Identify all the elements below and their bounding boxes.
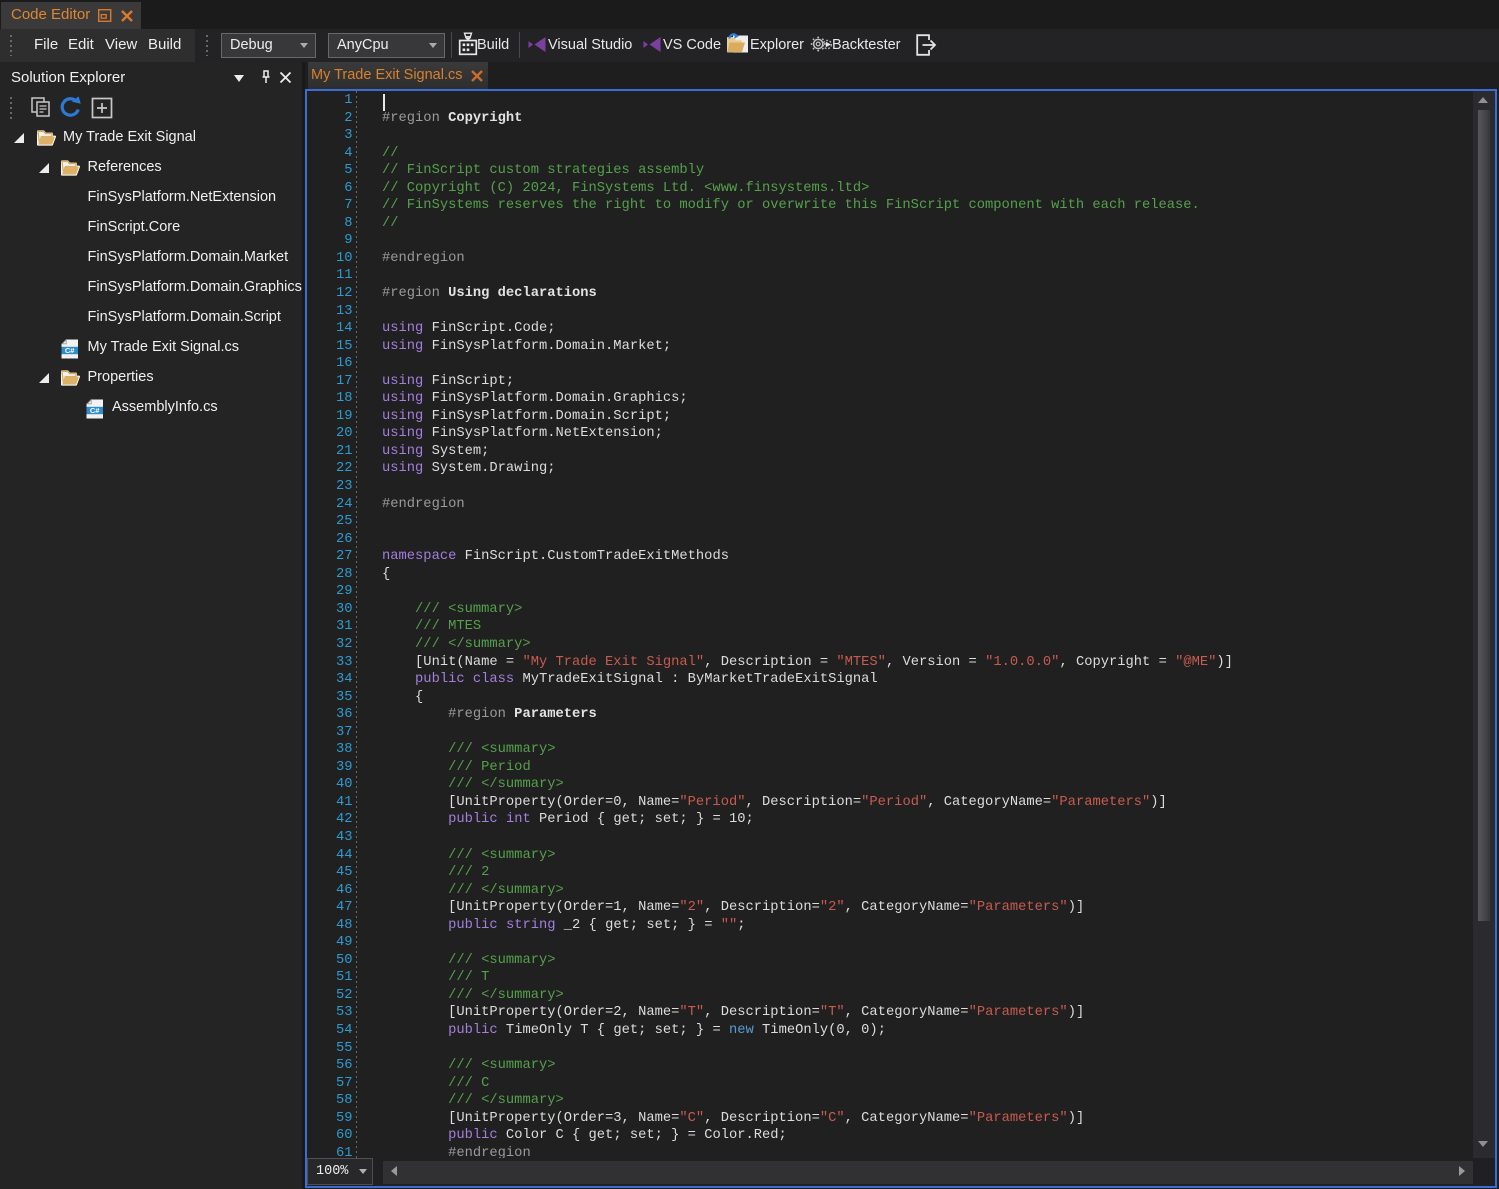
svg-text:C#: C#: [90, 406, 100, 415]
svg-text:C#: C#: [65, 346, 75, 355]
